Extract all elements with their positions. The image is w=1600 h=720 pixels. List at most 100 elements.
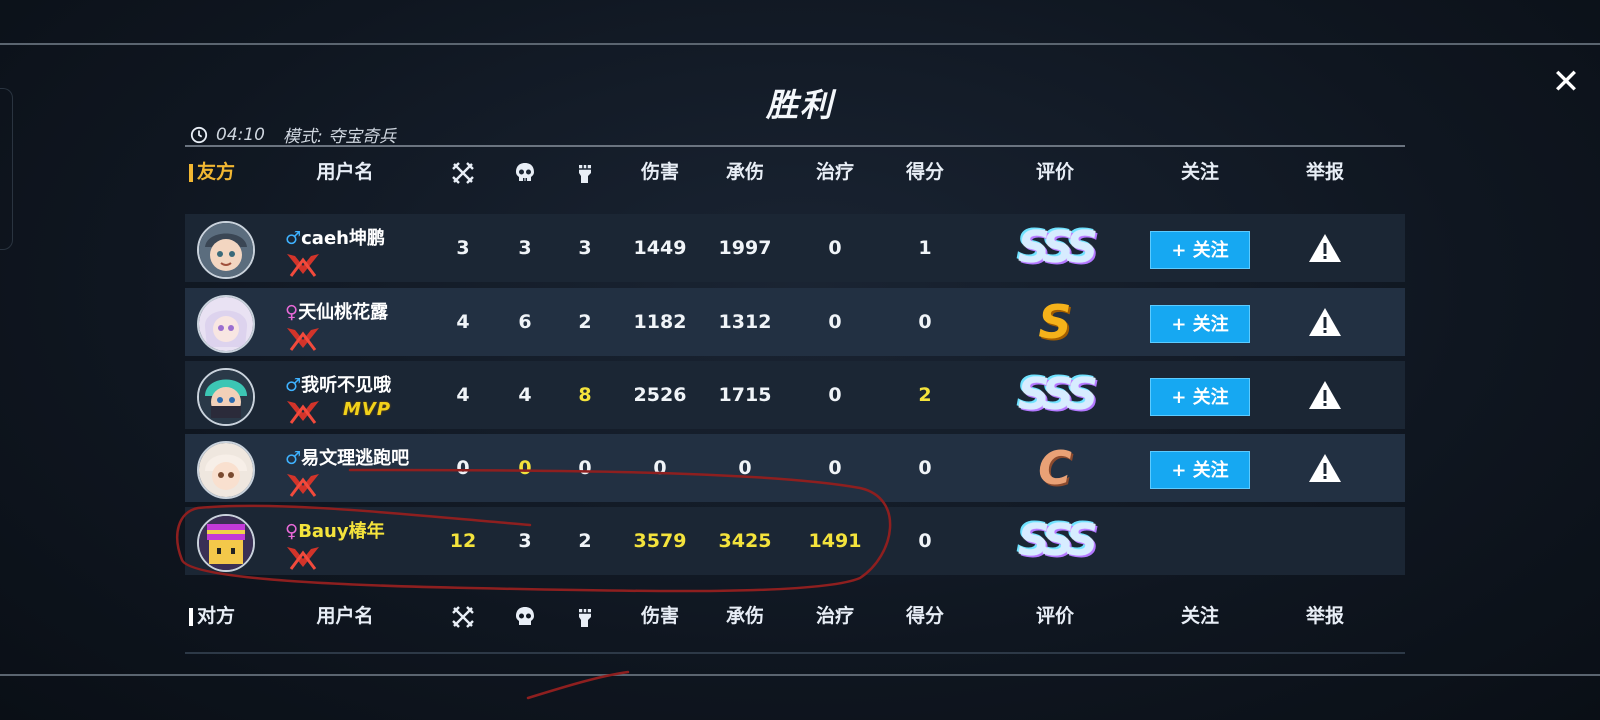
deaths: 4 <box>518 384 532 406</box>
friend-team-text: 友方 <box>197 161 236 183</box>
table-bottom-divider <box>185 652 1405 654</box>
col-damage-taken: 承伤 <box>725 161 764 183</box>
col-healing: 治疗 <box>815 605 854 627</box>
player-name[interactable]: ♀天仙桃花露 <box>285 298 388 324</box>
follow-button[interactable]: + 关注 <box>1150 378 1250 416</box>
grade-badge: SSS <box>1018 515 1098 566</box>
player-row: ♂我听不见哦 MVP 4 4 8 2526 1715 0 2 SSS + 关注 <box>185 361 1405 429</box>
player-name-text: 易文理逃跑吧 <box>301 448 410 469</box>
team-marker <box>189 163 193 182</box>
damage: 0 <box>653 457 667 479</box>
player-name[interactable]: ♂我听不见哦 <box>285 371 391 397</box>
assists: 8 <box>578 384 592 406</box>
rank-badge-icon <box>287 328 319 351</box>
assists: 0 <box>578 457 592 479</box>
damage-taken: 0 <box>738 457 752 479</box>
deaths: 0 <box>518 457 532 479</box>
enemy-team-text: 对方 <box>197 605 236 627</box>
enemy-team-label: 对方 <box>189 596 249 636</box>
grade-badge: C <box>1038 441 1072 495</box>
avatar[interactable] <box>197 441 255 499</box>
col-damage: 伤害 <box>640 161 679 183</box>
damage: 1449 <box>633 237 687 259</box>
rank-badge-icon <box>287 547 319 570</box>
female-icon: ♀ <box>285 521 299 542</box>
col-score: 得分 <box>905 161 944 183</box>
female-icon: ♀ <box>285 302 299 323</box>
fist-icon <box>565 152 605 192</box>
col-username: 用户名 <box>316 605 374 627</box>
score: 0 <box>918 530 932 552</box>
assists: 2 <box>578 530 592 552</box>
healing: 0 <box>828 457 842 479</box>
rank-badge-icon <box>287 474 319 497</box>
skull-icon <box>505 596 545 636</box>
player-row: ♂易文理逃跑吧 0 0 0 0 0 0 0 C + 关注 <box>185 434 1405 502</box>
col-report: 举报 <box>1305 605 1344 627</box>
mvp-badge: MVP <box>343 399 392 420</box>
assists: 3 <box>578 237 592 259</box>
col-score: 得分 <box>905 605 944 627</box>
player-name-text: 我听不见哦 <box>301 375 392 396</box>
bottom-divider <box>0 674 1600 676</box>
clock-icon <box>190 126 208 143</box>
kills: 3 <box>456 237 470 259</box>
rank-badge-icon <box>287 254 319 277</box>
healing: 0 <box>828 384 842 406</box>
player-row: ♂caeh坤鹏 3 3 3 1449 1997 0 1 SSS + 关注 <box>185 214 1405 282</box>
avatar[interactable] <box>197 295 255 353</box>
male-icon: ♂ <box>285 228 302 249</box>
top-divider <box>0 43 1600 45</box>
score: 0 <box>918 311 932 333</box>
warning-icon[interactable] <box>1307 232 1343 264</box>
avatar[interactable] <box>197 514 255 572</box>
deaths: 3 <box>518 237 532 259</box>
damage-taken: 3425 <box>718 530 772 552</box>
warning-icon[interactable] <box>1307 379 1343 411</box>
warning-icon[interactable] <box>1307 452 1343 484</box>
fist-icon <box>565 596 605 636</box>
col-rating: 评价 <box>1035 161 1074 183</box>
kills: 4 <box>456 311 470 333</box>
male-icon: ♂ <box>285 375 302 396</box>
player-name[interactable]: ♂caeh坤鹏 <box>285 224 385 250</box>
follow-button[interactable]: + 关注 <box>1150 305 1250 343</box>
crossed-swords-icon <box>443 596 483 636</box>
healing: 0 <box>828 237 842 259</box>
match-mode: 模式: 夺宝奇兵 <box>283 127 397 147</box>
player-name[interactable]: ♂易文理逃跑吧 <box>285 444 409 470</box>
col-follow: 关注 <box>1180 161 1219 183</box>
friend-header-row: 友方 用户名 伤害 承伤 治疗 得分 评价 关注 举报 <box>185 152 1405 192</box>
col-damage: 伤害 <box>640 605 679 627</box>
follow-button[interactable]: + 关注 <box>1150 231 1250 269</box>
follow-button[interactable]: + 关注 <box>1150 451 1250 489</box>
player-name[interactable]: ♀Bauy椿年 <box>285 517 385 543</box>
player-row: ♀天仙桃花露 4 6 2 1182 1312 0 0 S + 关注 <box>185 288 1405 356</box>
deaths: 6 <box>518 311 532 333</box>
team-marker <box>189 607 193 626</box>
player-name-text: Bauy椿年 <box>298 521 385 542</box>
col-username: 用户名 <box>316 161 374 183</box>
score: 2 <box>918 384 932 406</box>
grade-badge: SSS <box>1018 222 1098 273</box>
col-report: 举报 <box>1305 161 1344 183</box>
deaths: 3 <box>518 530 532 552</box>
col-damage-taken: 承伤 <box>725 605 764 627</box>
assists: 2 <box>578 311 592 333</box>
friend-team-label: 友方 <box>189 152 249 192</box>
rank-badge-icon <box>287 401 319 424</box>
score: 0 <box>918 457 932 479</box>
col-rating: 评价 <box>1035 605 1074 627</box>
grade-badge: S <box>1038 295 1072 349</box>
col-healing: 治疗 <box>815 161 854 183</box>
player-name-text: 天仙桃花露 <box>298 302 389 323</box>
kills: 12 <box>449 530 477 552</box>
avatar[interactable] <box>197 221 255 279</box>
healing: 1491 <box>808 530 862 552</box>
match-meta: 04:10 模式: 夺宝奇兵 <box>190 122 396 147</box>
kills: 0 <box>456 457 470 479</box>
avatar[interactable] <box>197 368 255 426</box>
warning-icon[interactable] <box>1307 306 1343 338</box>
grade-badge: SSS <box>1018 369 1098 420</box>
crossed-swords-icon <box>443 152 483 192</box>
